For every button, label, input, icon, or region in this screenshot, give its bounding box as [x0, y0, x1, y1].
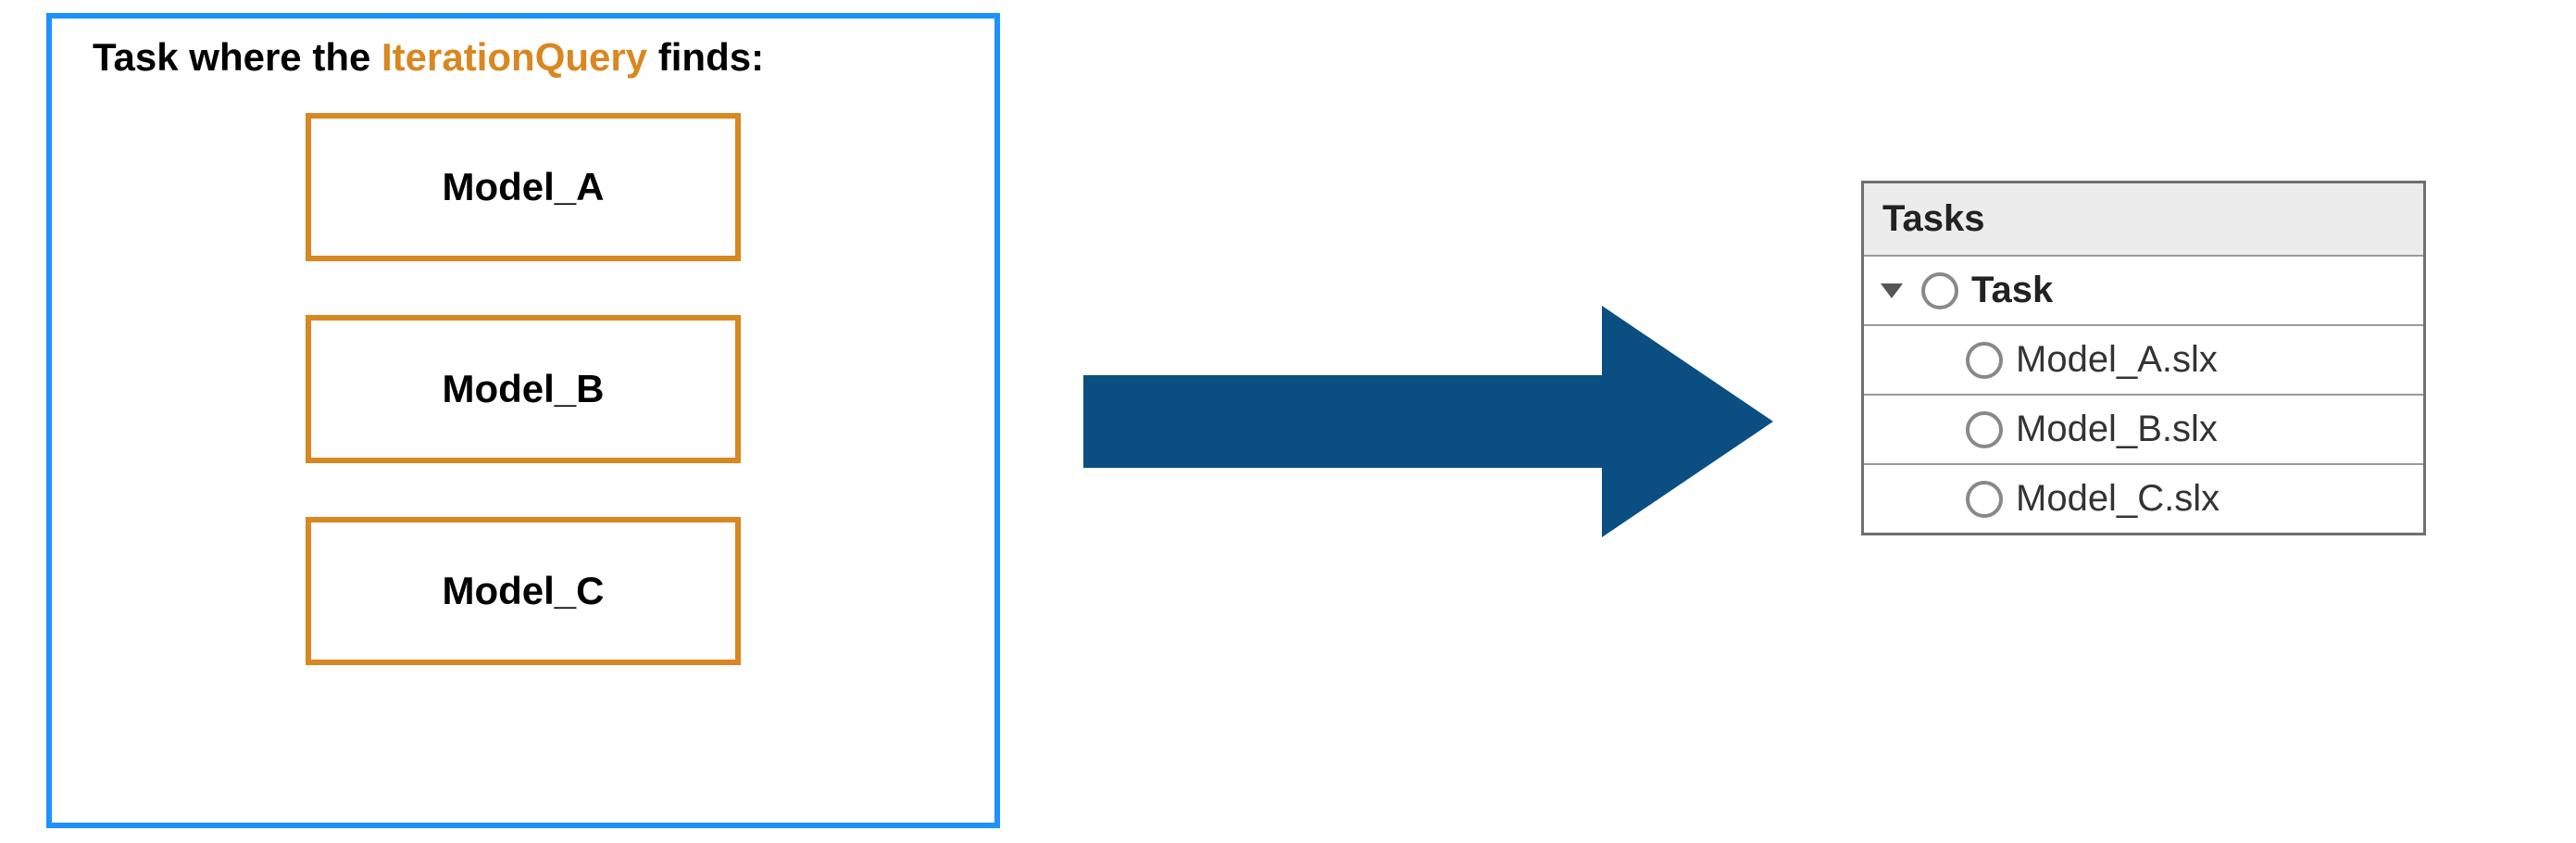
iteration-query-box: Task where the IterationQuery finds: Mod… [46, 13, 1000, 828]
task-child-label: Model_C.slx [2016, 478, 2220, 520]
task-tree-child-row[interactable]: Model_B.slx [1864, 396, 2423, 465]
title-highlight: IterationQuery [381, 35, 647, 79]
model-box-b: Model_B [306, 315, 741, 463]
tasks-panel-header: Tasks [1864, 183, 2423, 257]
status-circle-icon [1966, 481, 2003, 518]
status-circle-icon [1921, 272, 1958, 309]
status-circle-icon [1966, 411, 2003, 448]
model-box-c: Model_C [306, 517, 741, 665]
task-tree-child-row[interactable]: Model_A.slx [1864, 326, 2423, 396]
model-box-a: Model_A [306, 113, 741, 261]
model-stack: Model_A Model_B Model_C [80, 113, 967, 665]
arrow-icon [1083, 296, 1778, 547]
status-circle-icon [1966, 342, 2003, 379]
task-child-label: Model_B.slx [2016, 409, 2218, 450]
tasks-panel: Tasks Task Model_A.slx Model_B.slx Model… [1861, 181, 2426, 535]
task-tree-parent-row[interactable]: Task [1864, 257, 2423, 326]
task-child-label: Model_A.slx [2016, 339, 2218, 381]
left-box-title: Task where the IterationQuery finds: [93, 35, 967, 80]
task-parent-label: Task [1971, 270, 2053, 311]
title-prefix: Task where the [93, 35, 381, 79]
title-suffix: finds: [647, 35, 764, 79]
task-tree-child-row[interactable]: Model_C.slx [1864, 465, 2423, 533]
caret-down-icon[interactable] [1881, 283, 1903, 298]
